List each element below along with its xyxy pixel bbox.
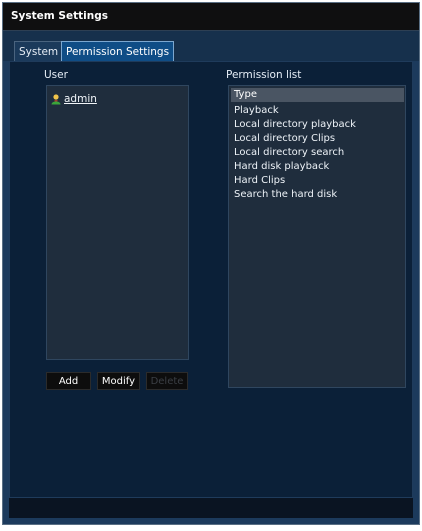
permission-item[interactable]: Local directory search	[234, 146, 344, 160]
add-button[interactable]: Add	[46, 372, 91, 390]
tab-permission-settings[interactable]: Permission Settings	[61, 41, 175, 61]
delete-button[interactable]: Delete	[146, 372, 188, 390]
permission-item[interactable]: Local directory Clips	[234, 132, 335, 146]
permission-item[interactable]: Search the hard disk	[234, 188, 337, 202]
permission-item[interactable]: Hard Clips	[234, 174, 285, 188]
permission-list[interactable]: Type Playback Local directory playback L…	[228, 85, 406, 388]
permission-list-header[interactable]: Type	[231, 88, 404, 102]
user-list[interactable]: admin	[46, 85, 189, 360]
permission-item[interactable]: Hard disk playback	[234, 160, 329, 174]
user-label: User	[44, 69, 68, 81]
window-title: System Settings	[11, 10, 108, 22]
title-bar: System Settings	[3, 3, 419, 31]
permission-settings-panel: User Permission list admin Add Modify De…	[9, 61, 413, 498]
user-list-item[interactable]: admin	[51, 92, 97, 106]
permission-item[interactable]: Playback	[234, 104, 279, 118]
user-name[interactable]: admin	[64, 93, 97, 105]
system-settings-window: System Settings System Permission Settin…	[2, 2, 420, 525]
modify-button[interactable]: Modify	[97, 372, 140, 390]
footer-bar	[9, 498, 413, 518]
user-icon	[51, 94, 61, 105]
permission-list-label: Permission list	[226, 69, 302, 81]
permission-item[interactable]: Local directory playback	[234, 118, 356, 132]
tab-bar: System Permission Settings	[3, 31, 419, 61]
tab-system[interactable]: System	[14, 41, 64, 61]
